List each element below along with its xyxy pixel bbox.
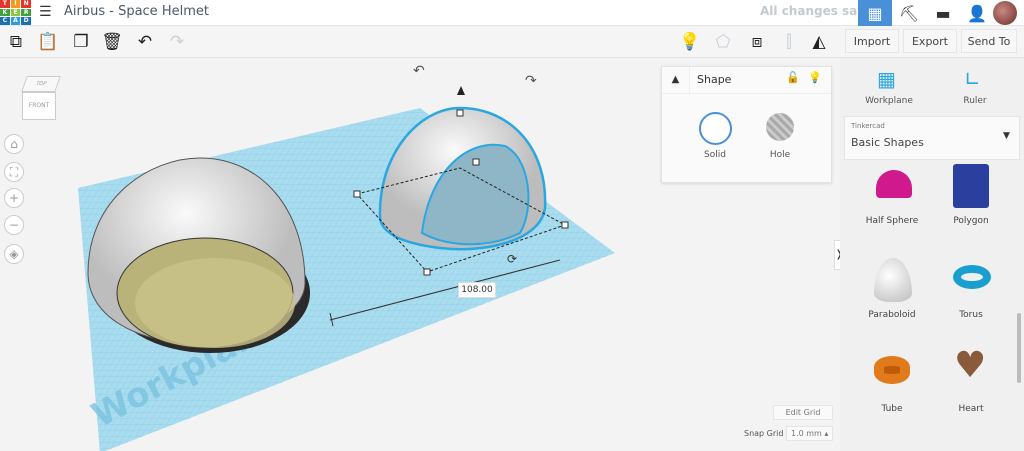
right-panel: ▦ Workplane ∟ Ruler Tinkercad Basic Shap… <box>840 58 1024 451</box>
ungroup-icon[interactable]: ⧈ <box>744 29 770 55</box>
logo-letter: E <box>10 8 21 17</box>
logo-letter: K <box>0 8 10 17</box>
ruler-tool-icon[interactable]: ∟ <box>964 67 981 91</box>
shape-label: Paraboloid <box>868 310 916 320</box>
light-bulb-icon[interactable]: 💡 <box>808 71 822 84</box>
shape-panel-title: Shape <box>697 73 732 86</box>
library-source: Tinkercad <box>851 122 885 130</box>
group-icon[interactable]: ⬠ <box>710 29 736 55</box>
workplane-tool-label[interactable]: Workplane <box>860 96 918 106</box>
library-name: Basic Shapes <box>851 136 924 149</box>
toolbar: ⧉ 📋 ❐ 🗑 ↶ ↷ 💡 ⬠ ⧈ ⫿ ◭ Import Export Send… <box>0 26 1024 58</box>
shape-label: Torus <box>959 310 983 320</box>
top-bar: T I N K E R C A D ☰ Airbus - Space Helme… <box>0 0 1024 26</box>
delete-icon[interactable]: 🗑 <box>99 29 125 55</box>
view-cube-top[interactable]: TOP <box>21 76 61 92</box>
chevron-down-icon: ▼ <box>1003 131 1010 141</box>
rotate-handle-icon[interactable]: ↶ <box>413 63 425 79</box>
rotate-handle-icon[interactable]: ⟳ <box>507 252 517 266</box>
design-title[interactable]: Airbus - Space Helmet <box>64 4 209 19</box>
logo-letter: R <box>21 8 31 17</box>
snap-grid-value: 1.0 mm <box>791 429 822 438</box>
hole-label: Hole <box>769 150 791 160</box>
tinkercad-logo[interactable]: T I N K E R C A D <box>0 0 31 25</box>
collapse-up-icon[interactable]: ▲ <box>662 67 690 93</box>
rotate-handle-icon[interactable]: ↷ <box>525 73 537 89</box>
logo-letter: N <box>21 0 31 8</box>
workplane-tool-icon[interactable]: ▦ <box>877 67 896 91</box>
logo-letter: I <box>10 0 21 8</box>
duplicate-icon[interactable]: ❐ <box>68 29 94 55</box>
panel-scrollbar[interactable] <box>1017 313 1021 383</box>
zoom-in-icon[interactable]: + <box>4 188 24 208</box>
shape-label: Heart <box>958 404 984 414</box>
tube-shape[interactable] <box>874 356 910 384</box>
dimension-input[interactable]: 108.00 <box>458 282 496 298</box>
3d-view-grid-icon[interactable]: ▦ <box>858 0 892 26</box>
paste-icon[interactable]: 📋 <box>35 29 61 55</box>
bricks-icon[interactable]: ▬ <box>926 0 960 26</box>
solid-label: Solid <box>704 150 726 160</box>
logo-letter: C <box>0 17 10 25</box>
import-button[interactable]: Import <box>845 29 899 53</box>
mirror-icon[interactable]: ◭ <box>806 29 832 55</box>
snap-grid-select[interactable]: 1.0 mm ▴ <box>786 426 833 441</box>
home-view-icon[interactable]: ⌂ <box>4 134 24 154</box>
polygon-shape[interactable] <box>953 164 989 208</box>
shape-label: Half Sphere <box>865 216 919 226</box>
add-user-icon[interactable]: 👤 <box>960 0 994 26</box>
export-button[interactable]: Export <box>903 29 957 53</box>
minecraft-pickaxe-icon[interactable]: ⛏ <box>892 0 926 26</box>
shape-label: Polygon <box>953 216 989 226</box>
paraboloid-shape[interactable] <box>874 258 912 302</box>
lock-icon[interactable]: 🔓 <box>786 71 800 84</box>
zoom-out-icon[interactable]: − <box>4 215 24 235</box>
shape-label: Tube <box>881 404 903 414</box>
logo-letter: T <box>0 0 10 8</box>
ruler-tool-label[interactable]: Ruler <box>950 96 1000 106</box>
undo-icon[interactable]: ↶ <box>132 29 158 55</box>
heart-shape[interactable]: ♥ <box>954 348 986 384</box>
hole-option[interactable] <box>766 113 794 141</box>
solid-option[interactable] <box>699 112 732 145</box>
logo-letter: D <box>21 17 31 25</box>
logo-letter: A <box>10 17 21 25</box>
lift-arrow-icon[interactable] <box>457 86 465 95</box>
edit-grid-button[interactable]: Edit Grid <box>773 405 833 420</box>
avatar[interactable] <box>993 1 1017 25</box>
torus-shape[interactable] <box>953 265 991 289</box>
half-sphere-shape[interactable] <box>876 170 912 198</box>
shape-inspector: ▲ Shape 🔓 💡 Solid Hole <box>661 66 832 183</box>
align-icon[interactable]: ⫿ <box>776 29 802 55</box>
copy-icon[interactable]: ⧉ <box>3 29 29 55</box>
light-bulb-icon[interactable]: 💡 <box>677 29 703 55</box>
design-list-icon[interactable]: ☰ <box>39 4 52 20</box>
send-to-button[interactable]: Send To <box>961 29 1017 53</box>
perspective-icon[interactable]: ◈ <box>4 244 24 264</box>
view-cube-front[interactable]: FRONT <box>22 92 56 120</box>
shape-library-select[interactable]: Tinkercad Basic Shapes ▼ <box>844 116 1020 160</box>
view-cube[interactable]: TOP FRONT <box>18 76 64 124</box>
fit-view-icon[interactable]: ⛶ <box>4 162 24 182</box>
redo-icon[interactable]: ↷ <box>164 29 190 55</box>
snap-grid-label: Snap Grid <box>744 429 784 438</box>
